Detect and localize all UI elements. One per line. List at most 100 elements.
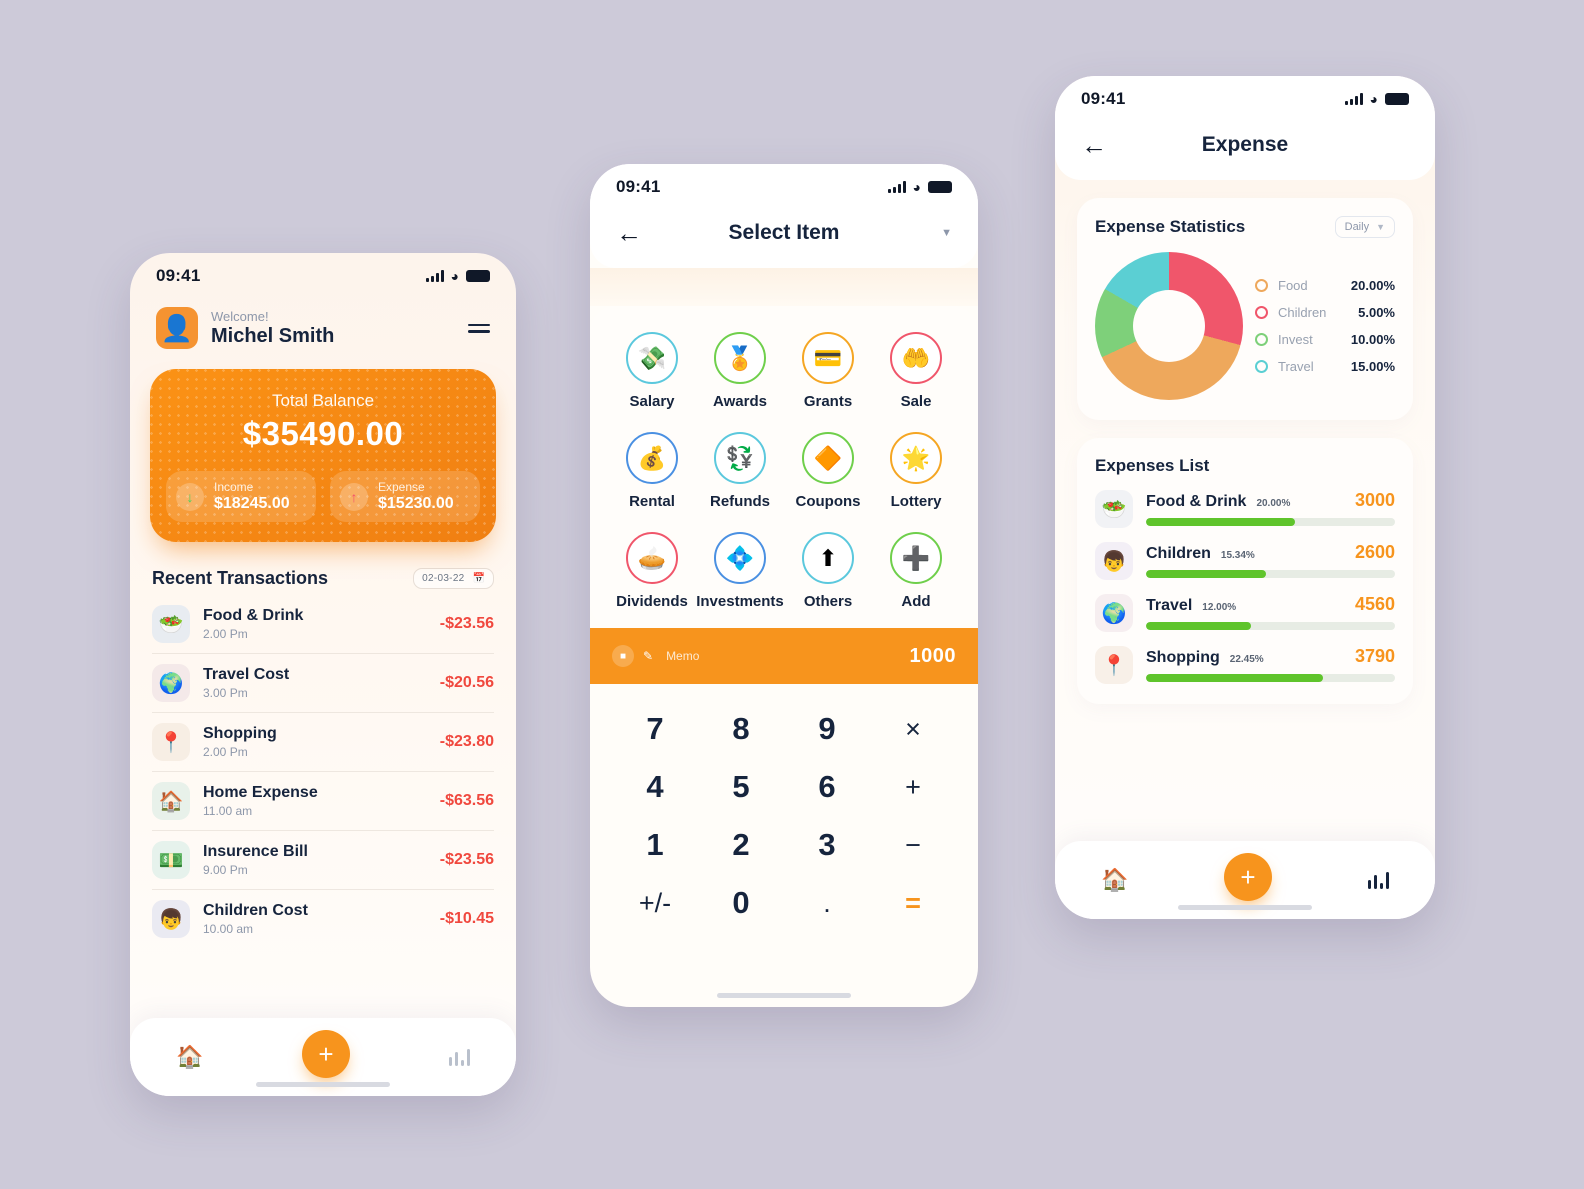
note-icon[interactable]: ■ (612, 645, 634, 667)
phone-select-item-screen: 09:41 ◕ ← Select Item ▼ 💸 Salary 🏅 Awards 💳 G… (590, 164, 978, 1007)
category-item[interactable]: ➕ Add (872, 532, 960, 610)
category-item[interactable]: 🤲 Sale (872, 332, 960, 410)
balance-pills: ↓ Income $18245.00 ↑ Expense $15230.00 (166, 471, 480, 522)
expense-row[interactable]: 🥗 Food & Drink 20.00% 3000 (1095, 490, 1395, 528)
category-label: Dividends (616, 593, 688, 610)
nav-title: Expense (1201, 133, 1289, 156)
expense-name: Shopping (1146, 649, 1220, 666)
arrow-down-icon: ↓ (176, 482, 204, 511)
status-icons: ◕ (1344, 92, 1409, 106)
category-item[interactable]: 💸 Salary (608, 332, 696, 410)
period-value: Daily (1344, 221, 1370, 233)
expense-pill[interactable]: ↑ Expense $15230.00 (330, 471, 480, 522)
chevron-down-icon[interactable]: ▼ (920, 227, 952, 239)
arrow-left-icon[interactable]: ← (616, 220, 648, 246)
add-button[interactable]: + (301, 1030, 350, 1078)
hamburger-menu-icon[interactable] (468, 323, 490, 333)
bar-chart-icon[interactable] (448, 1048, 470, 1066)
category-item[interactable]: 🏅 Awards (696, 332, 784, 410)
numeric-keypad: 7 8 9 × 4 5 6 +1 2 3− +/- 0. = (590, 684, 978, 932)
expense-row[interactable]: 👦 Children 15.34% 2600 (1095, 542, 1395, 580)
legend-label: Children (1278, 305, 1327, 320)
transaction-info: Travel Cost 3.00 Pm (203, 666, 440, 700)
period-selector[interactable]: Daily ▼ (1334, 216, 1395, 238)
key-1[interactable]: 1 (612, 816, 698, 874)
legend-item: Travel 15.00% (1255, 353, 1395, 380)
category-item[interactable]: 🔶 Coupons (784, 432, 872, 510)
key-8[interactable]: 8 (698, 700, 784, 758)
expense-head: Food & Drink 20.00% 3000 (1146, 490, 1395, 511)
key-x[interactable]: . (784, 874, 870, 932)
expense-percent: 15.34% (1220, 550, 1255, 561)
home-icon[interactable]: 🏠 (176, 1046, 203, 1068)
key-xxx[interactable]: +/- (612, 874, 698, 932)
legend-color-dot (1255, 333, 1268, 346)
category-label: Grants (803, 393, 853, 410)
phone-expense-screen: 09:41 ◕ ← Expense Expense Statistics Dai… (1055, 76, 1435, 919)
key-x[interactable]: × (870, 700, 956, 758)
transaction-time: 10.00 am (203, 922, 254, 936)
progress-bar (1146, 674, 1395, 682)
refund-coin-icon: 💱 (714, 432, 766, 484)
signal-icon (425, 270, 444, 282)
expense-head: Children 15.34% 2600 (1146, 542, 1395, 563)
key-5[interactable]: 5 (698, 758, 784, 816)
amount-value: 1000 (909, 644, 956, 667)
avatar[interactable]: 👤 (156, 307, 198, 349)
date-filter-chip[interactable]: 02-03-22 📅 (413, 568, 494, 589)
nav-header: ← Expense (1055, 122, 1435, 180)
category-item[interactable]: 💳 Grants (784, 332, 872, 410)
category-item[interactable]: 💰 Rental (608, 432, 696, 510)
key-0[interactable]: 0 (698, 874, 784, 932)
progress-bar (1146, 518, 1395, 526)
category-label: Sale (900, 393, 932, 410)
key-9[interactable]: 9 (784, 700, 870, 758)
transaction-name: Home Expense (203, 784, 318, 801)
memo-input[interactable]: Memo (666, 649, 900, 663)
key-x[interactable]: − (870, 816, 956, 874)
legend-label: Travel (1278, 359, 1314, 374)
legend-label: Food (1278, 278, 1308, 293)
memo-bar[interactable]: ■ ✎ Memo 1000 (590, 628, 978, 684)
expense-row[interactable]: 📍 Shopping 22.45% 3790 (1095, 646, 1395, 684)
expense-info: Shopping 22.45% 3790 (1146, 646, 1395, 682)
transaction-row[interactable]: 👦 Children Cost 10.00 am -$10.45 (152, 890, 494, 948)
expense-value: 3000 (1354, 490, 1395, 510)
transaction-name: Children Cost (203, 902, 308, 919)
home-icon[interactable]: 🏠 (1101, 869, 1128, 891)
key-3[interactable]: 3 (784, 816, 870, 874)
legend-value: 20.00% (1350, 278, 1395, 293)
key-x[interactable]: + (870, 758, 956, 816)
transaction-row[interactable]: 🥗 Food & Drink 2.00 Pm -$23.56 (152, 595, 494, 654)
transaction-row[interactable]: 📍 Shopping 2.00 Pm -$23.80 (152, 713, 494, 772)
key-x[interactable]: = (870, 874, 956, 932)
add-button[interactable]: + (1223, 853, 1272, 901)
transaction-row[interactable]: 💵 Insurence Bill 9.00 Pm -$23.56 (152, 831, 494, 890)
arrow-left-icon[interactable]: ← (1081, 132, 1113, 158)
coupon-icon: 🔶 (802, 432, 854, 484)
bar-chart-icon[interactable] (1367, 871, 1389, 889)
key-4[interactable]: 4 (612, 758, 698, 816)
key-7[interactable]: 7 (612, 700, 698, 758)
category-item[interactable]: 💠 Investments (696, 532, 784, 610)
transaction-info: Insurence Bill 9.00 Pm (203, 843, 440, 877)
status-icons: ◕ (887, 180, 952, 194)
user-name: Michel Smith (211, 324, 335, 347)
legend-item: Food 20.00% (1255, 272, 1395, 299)
page-title: Recent Transactions (152, 568, 329, 588)
key-6[interactable]: 6 (784, 758, 870, 816)
income-pill[interactable]: ↓ Income $18245.00 (166, 471, 316, 522)
transaction-row[interactable]: 🌍 Travel Cost 3.00 Pm -$20.56 (152, 654, 494, 713)
category-item[interactable]: 💱 Refunds (696, 432, 784, 510)
expense-row[interactable]: 🌍 Travel 12.00% 4560 (1095, 594, 1395, 632)
category-item[interactable]: ⬆ Others (784, 532, 872, 610)
transaction-row[interactable]: 🏠 Home Expense 11.00 am -$63.56 (152, 772, 494, 831)
shopping-bag-icon: 📍 (152, 723, 190, 761)
key-2[interactable]: 2 (698, 816, 784, 874)
pie-chart-icon: 🥧 (626, 532, 678, 584)
pencil-icon[interactable]: ✎ (643, 649, 653, 663)
category-item[interactable]: 🌟 Lottery (872, 432, 960, 510)
category-item[interactable]: 🥧 Dividends (608, 532, 696, 610)
globe-plane-icon: 🌍 (152, 664, 190, 702)
donut-chart (1095, 252, 1243, 400)
